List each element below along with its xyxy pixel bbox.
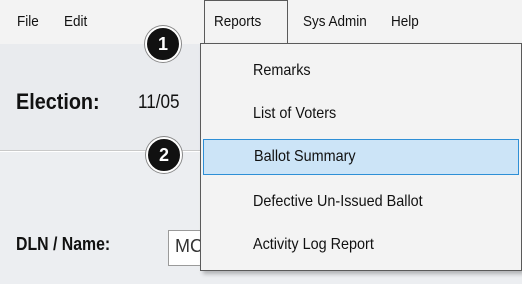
menu-item-remarks[interactable]: Remarks	[201, 54, 521, 90]
menu-item-ballot-summary[interactable]: Ballot Summary	[203, 139, 519, 175]
menu-edit[interactable]: Edit	[64, 13, 87, 30]
election-label: Election:	[16, 89, 100, 114]
menu-item-label: Ballot Summary	[254, 148, 356, 165]
menu-item-list-of-voters[interactable]: List of Voters	[201, 97, 521, 133]
reports-dropdown: Remarks List of Voters Ballot Summary De…	[200, 43, 522, 271]
menu-sys-admin[interactable]: Sys Admin	[303, 13, 367, 30]
menu-item-defective-un-issued-ballot[interactable]: Defective Un-Issued Ballot	[201, 185, 521, 221]
menu-item-label: Remarks	[253, 62, 311, 79]
menu-item-activity-log-report[interactable]: Activity Log Report	[201, 228, 521, 264]
dln-name-label: DLN / Name:	[16, 234, 111, 254]
menu-file[interactable]: File	[17, 13, 39, 30]
menu-item-label: List of Voters	[253, 105, 337, 122]
menu-item-label: Defective Un-Issued Ballot	[253, 193, 423, 210]
menu-help[interactable]: Help	[391, 13, 419, 30]
step-callout-1: 1	[145, 26, 181, 62]
step-callout-2: 2	[146, 137, 182, 173]
election-value: 11/05	[138, 92, 180, 113]
menu-bar: File Edit Reports Sys Admin Help	[0, 0, 522, 44]
menu-reports[interactable]: Reports	[214, 13, 261, 30]
menu-item-label: Activity Log Report	[253, 236, 374, 253]
